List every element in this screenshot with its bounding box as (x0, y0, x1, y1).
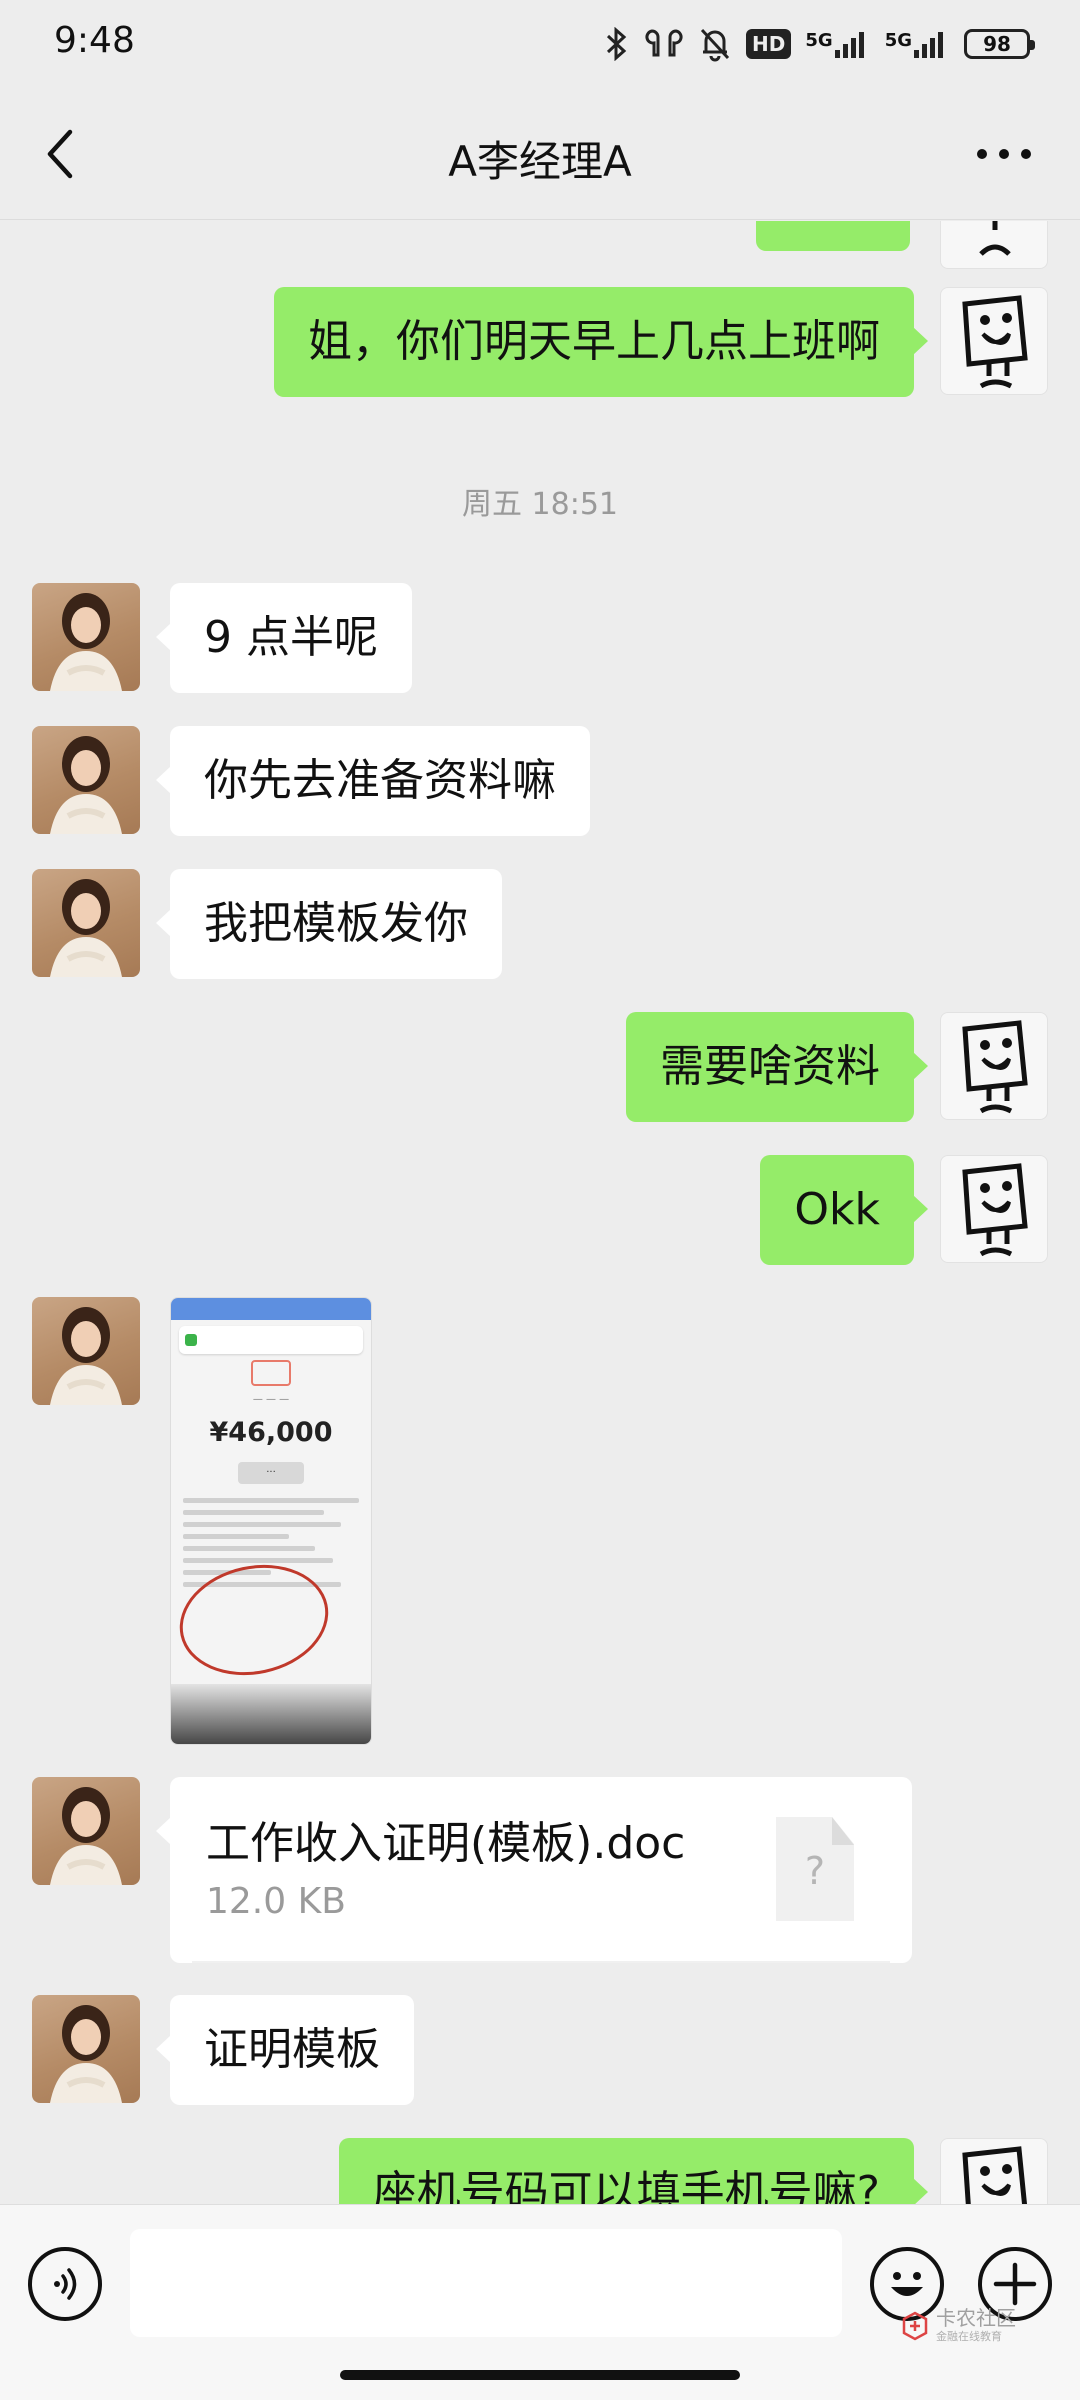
watermark-logo-icon (902, 2311, 928, 2341)
voice-icon (54, 2268, 77, 2300)
woman-portrait-icon (50, 736, 122, 834)
app-logo-icon (251, 1360, 291, 1386)
message-bubble-outgoing[interactable]: 座机号码可以填手机号嘛? (338, 2138, 929, 2204)
message-bubble-incoming[interactable]: 我把模板发你 (156, 869, 502, 979)
5g-signal-icon: 5G (805, 30, 870, 58)
contact-avatar[interactable] (32, 1995, 140, 2103)
plus-icon (993, 2262, 1037, 2306)
doodle-face-icon (962, 295, 1028, 389)
hd-icon: HD (746, 29, 792, 59)
network-label: 5G (805, 30, 833, 51)
image-notification-banner (179, 1326, 363, 1354)
image-statusbar (171, 1298, 371, 1320)
contact-avatar[interactable] (32, 1297, 140, 1405)
mute-bell-icon (700, 28, 730, 62)
woman-portrait-icon (50, 2005, 122, 2103)
my-avatar[interactable] (940, 287, 1048, 395)
voice-button[interactable] (28, 2247, 102, 2321)
contact-avatar[interactable] (32, 583, 140, 691)
doodle-face-icon (962, 1163, 1028, 1257)
doodle-face-icon (962, 2146, 1028, 2204)
message-bubble-outgoing[interactable]: 姐，你们明天早上几点上班啊 (274, 287, 928, 397)
battery-icon: 98 (964, 29, 1035, 59)
woman-portrait-icon (50, 1787, 122, 1885)
contact-avatar[interactable] (32, 869, 140, 977)
image-bottom-shade (171, 1684, 371, 1744)
more-button[interactable] (964, 122, 1044, 186)
my-avatar[interactable] (940, 221, 1048, 269)
chat-header: A李经理A (0, 88, 1080, 220)
message-bubble-outgoing[interactable]: 需要啥资料 (626, 1012, 928, 1122)
status-icons: HD 5G 5G 98 (604, 22, 1035, 66)
home-indicator[interactable] (340, 2370, 740, 2380)
bluetooth-icon (607, 27, 627, 61)
file-divider (192, 1961, 890, 1963)
status-time: 9:48 (54, 20, 135, 61)
file-size: 12.0 KB (206, 1881, 346, 1922)
watermark-subtitle: 金融在线教育 (936, 2330, 1002, 2343)
image-detail-button: ··· (238, 1462, 304, 1484)
chat-area[interactable]: 姐，你们明天早上几点上班啊 周五 18:51 9 点半呢 你先去准备资料嘛 我把… (0, 221, 1080, 2204)
file-name: 工作收入证明(模板).doc (206, 1818, 686, 1869)
5g-signal-icon: 5G (885, 30, 950, 58)
message-bubble-outgoing[interactable]: Okk (760, 1155, 928, 1265)
message-bubble-incoming[interactable]: 证明模板 (156, 1995, 414, 2105)
battery-level: 98 (983, 32, 1011, 56)
more-dots-icon (977, 149, 1031, 159)
image-message[interactable]: — — — ¥46,000 ··· (170, 1297, 372, 1745)
doodle-face-icon (962, 1020, 1028, 1114)
message-bubble-partial[interactable] (756, 221, 910, 251)
message-input[interactable] (130, 2229, 842, 2337)
watermark: 卡农社区 金融在线教育 (900, 2308, 1016, 2344)
woman-portrait-icon (50, 593, 122, 691)
message-bubble-incoming[interactable]: 9 点半呢 (156, 583, 412, 693)
message-bubble-incoming[interactable]: 你先去准备资料嘛 (156, 726, 590, 836)
status-bar: 9:48 HD 5G 5G 98 (0, 0, 1080, 88)
file-message[interactable]: 工作收入证明(模板).doc 12.0 KB ? (156, 1777, 912, 1963)
contact-avatar[interactable] (32, 1777, 140, 1885)
unknown-file-icon: ? (776, 1817, 854, 1921)
contact-avatar[interactable] (32, 726, 140, 834)
image-amount: ¥46,000 (209, 1417, 333, 1448)
file-icon-symbol: ? (804, 1849, 826, 1893)
my-avatar[interactable] (940, 1012, 1048, 1120)
chat-title: A李经理A (448, 137, 632, 186)
network-label: 5G (884, 30, 912, 51)
my-avatar[interactable] (940, 2138, 1048, 2204)
woman-portrait-icon (50, 1307, 122, 1405)
earbuds-icon (645, 29, 683, 57)
woman-portrait-icon (50, 879, 122, 977)
doodle-face-icon (979, 221, 1011, 256)
image-blur-text: — — — (252, 1394, 290, 1405)
watermark-title: 卡农社区 (936, 2306, 1016, 2330)
chat-timestamp: 周五 18:51 (462, 487, 618, 522)
my-avatar[interactable] (940, 1155, 1048, 1263)
